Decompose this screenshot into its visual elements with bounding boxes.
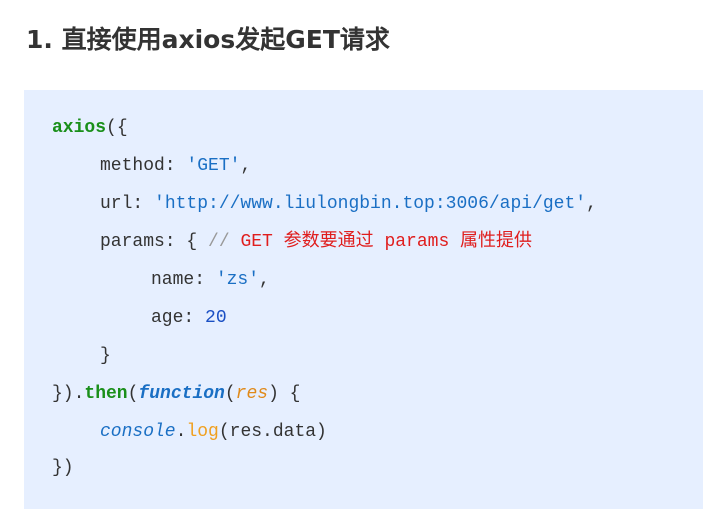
code-token: console xyxy=(100,422,176,442)
code-line: console.log(res.data) xyxy=(52,413,327,451)
code-block: axios({ method: 'GET', url: 'http://www.… xyxy=(24,90,703,509)
code-token: 'GET' xyxy=(186,156,241,176)
code-token: age: xyxy=(151,308,206,328)
code-token: } xyxy=(100,346,111,366)
code-line: axios({ xyxy=(52,109,128,147)
code-token: log xyxy=(186,422,219,442)
code-token: , xyxy=(240,156,252,176)
code-token: (res.data) xyxy=(218,422,327,442)
code-line: }).then(function(res) { xyxy=(52,375,300,413)
page-heading: 1. 直接使用axios发起GET请求 xyxy=(26,25,390,54)
code-token: 'zs' xyxy=(215,270,260,290)
code-line: name: 'zs', xyxy=(52,261,270,299)
code-line: params: { // GET 参数要通过 params 属性提供 xyxy=(52,223,532,261)
code-token: . xyxy=(175,422,187,442)
code-token: // xyxy=(208,232,241,252)
code-token: ( xyxy=(127,384,139,404)
code-token: method: xyxy=(100,156,187,176)
code-line: url: 'http://www.liulongbin.top:3006/api… xyxy=(52,185,597,223)
code-token: axios xyxy=(52,118,107,138)
code-token: 20 xyxy=(205,308,227,328)
code-token: , xyxy=(259,270,270,290)
code-token: GET 参数要通过 params 属性提供 xyxy=(240,232,533,252)
code-token: params: { xyxy=(100,232,209,252)
code-token: 'http://www.liulongbin.top:3006/api/get' xyxy=(154,194,587,214)
code-token: res xyxy=(235,384,269,404)
code-token: url: xyxy=(100,194,155,214)
code-line: method: 'GET', xyxy=(52,147,251,185)
code-token: , xyxy=(586,194,597,214)
code-token: then xyxy=(84,384,128,404)
code-line: } xyxy=(52,337,111,375)
code-token: name: xyxy=(151,270,216,290)
code-token: function xyxy=(138,384,225,404)
code-token: }) xyxy=(52,458,74,478)
code-line: age: 20 xyxy=(52,299,227,337)
code-token: ) { xyxy=(268,384,301,404)
code-token: ({ xyxy=(106,118,128,138)
code-token: }). xyxy=(52,384,85,404)
code-token: ( xyxy=(224,384,236,404)
code-line: }) xyxy=(52,449,74,487)
